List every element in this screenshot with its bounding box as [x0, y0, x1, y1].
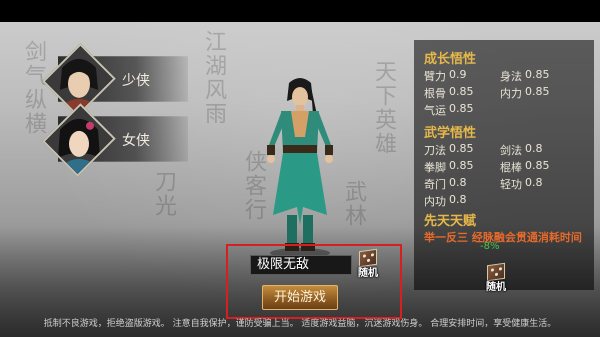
- stat-value: 0.8: [449, 193, 467, 206]
- male-label: 少侠: [122, 73, 150, 89]
- talent-name: 举一反三: [424, 231, 468, 244]
- background-calligraphy: 剑气纵横: [21, 40, 46, 136]
- talent-line: 举一反三 经脉融会贯通消耗时间: [424, 229, 582, 245]
- character-name-input[interactable]: 极限无敌: [250, 255, 352, 275]
- stat-label: 轻功: [500, 178, 522, 191]
- random-name-dice-button[interactable]: 随机: [354, 248, 382, 279]
- stat-value: 0.9: [449, 68, 467, 81]
- stat-value: 0.85: [525, 85, 550, 98]
- stat-value: 0.85: [525, 159, 550, 172]
- stat-label: 气运: [424, 104, 446, 117]
- stat-label: 奇门: [424, 178, 446, 191]
- hero-character: [267, 78, 333, 258]
- stat-value: 0.8: [449, 176, 467, 189]
- health-notice: 抵制不良游戏，拒绝盗版游戏。 注意自我保护，谨防受骗上当。 适度游戏益脑，沉迷游…: [43, 319, 557, 329]
- innate-title: 先天天赋: [424, 214, 477, 229]
- stat-label: 臂力: [424, 70, 446, 83]
- growth-title: 成长悟性: [424, 52, 477, 67]
- stat-value: 0.85: [525, 68, 550, 81]
- select-male-button[interactable]: 少侠: [42, 43, 188, 117]
- stat-label: 剑法: [500, 144, 522, 157]
- reroll-talent-dice-button[interactable]: 随机: [482, 262, 510, 293]
- dice-label: 随机: [486, 282, 506, 293]
- start-game-button[interactable]: 开始游戏: [262, 285, 338, 310]
- martial-title: 武学悟性: [424, 126, 477, 141]
- stat-value: 0.85: [449, 159, 474, 172]
- stat-label: 内功: [424, 195, 446, 208]
- stat-value: 0.8: [525, 142, 543, 155]
- stat-label: 根骨: [424, 87, 446, 100]
- talent-value: -8%: [480, 241, 500, 252]
- stat-value: 0.85: [449, 142, 474, 155]
- stat-label: 拳脚: [424, 161, 446, 174]
- background-calligraphy: 刀光: [151, 170, 176, 218]
- stat-label: 身法: [500, 70, 522, 83]
- stat-value: 0.8: [525, 176, 543, 189]
- select-female-button[interactable]: 女侠: [42, 103, 188, 177]
- stat-value: 0.85: [449, 85, 474, 98]
- background-calligraphy: 江湖风雨: [201, 30, 226, 126]
- attribute-panel: 成长悟性 臂力 0.9 身法 0.85 根骨 0.85 内力 0.85 气运 0…: [414, 40, 594, 290]
- stat-label: 刀法: [424, 144, 446, 157]
- dice-label: 随机: [358, 268, 378, 279]
- stat-label: 内力: [500, 87, 522, 100]
- top-letterbox: [0, 0, 600, 22]
- background-calligraphy: 天下英雄: [371, 60, 396, 156]
- stat-value: 0.85: [449, 102, 474, 115]
- stat-label: 棍棒: [500, 161, 522, 174]
- female-label: 女侠: [122, 133, 150, 149]
